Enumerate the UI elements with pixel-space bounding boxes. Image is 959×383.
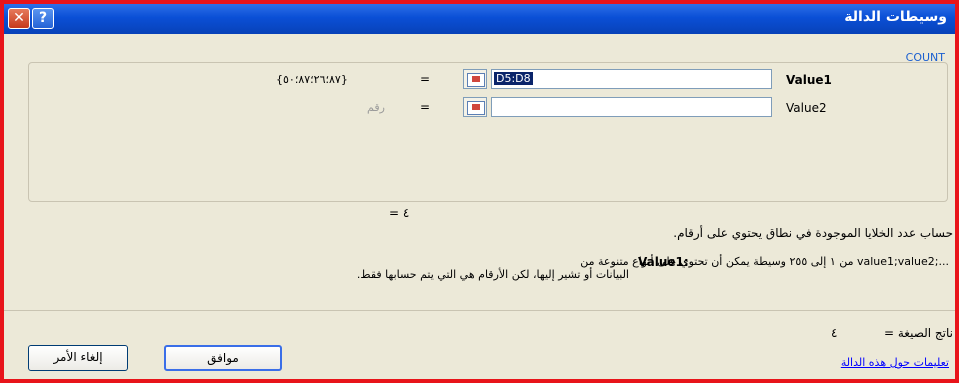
formula-result-value: ٤ [831,326,838,340]
value1-input[interactable]: D5:D8 [491,69,772,89]
value2-label: Value2 [786,101,827,115]
divider [4,310,955,311]
dialog-title: وسيطات الدالة [844,9,947,25]
cancel-button[interactable]: إلغاء الأمر [28,345,128,371]
value2-collapse-button[interactable] [463,97,487,117]
value1-equals: = [420,72,431,86]
value2-input[interactable] [491,97,772,117]
arg-help-line2: البيانات أو تشير إليها، لكن الأرقام هي ا… [356,268,629,281]
ok-button[interactable]: موافق [164,345,282,371]
value2-preview: رقم [367,101,385,114]
title-bar: ✕ ? وسيطات الدالة [4,4,955,34]
formula-result-label: ناتج الصيغة = [883,326,953,340]
value1-preview: {٨٧؛٢٦؛٨٧؛٥٠} [276,73,348,86]
function-result: ٤ = [389,206,410,220]
value1-collapse-button[interactable] [463,69,487,89]
help-link[interactable]: تعليمات حول هذه الدالة [841,356,949,369]
help-icon: ? [38,10,48,26]
value2-equals: = [420,100,431,114]
function-arguments-dialog: ✕ ? وسيطات الدالة COUNT {٨٧؛٢٦؛٨٧؛٥٠} = … [0,0,959,383]
close-icon: ✕ [13,10,25,26]
function-description: حساب عدد الخلايا الموجودة في نطاق يحتوي … [673,226,953,240]
close-button[interactable]: ✕ [8,8,30,29]
value1-label: Value1 [786,73,832,87]
arg-help-line1: ...;value1;value2 من ١ إلى ٢٥٥ وسيطة يمك… [580,255,949,268]
help-button[interactable]: ? [32,8,54,29]
